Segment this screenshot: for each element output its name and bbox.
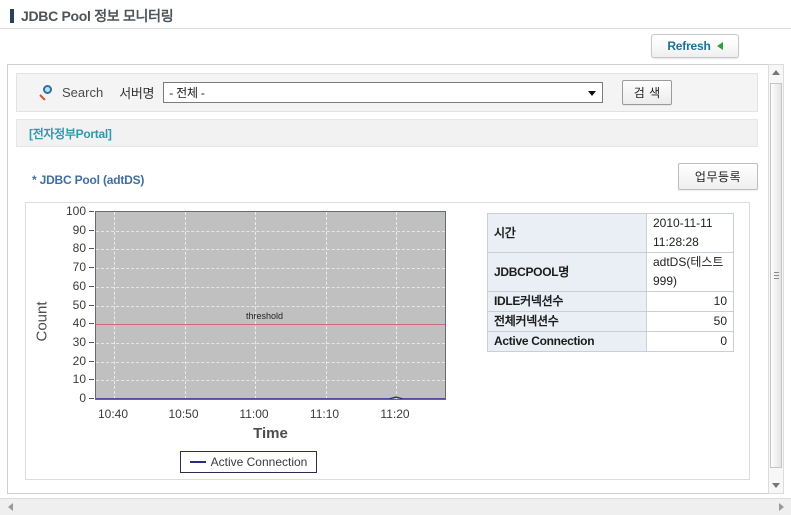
horizontal-scrollbar[interactable] xyxy=(0,498,791,515)
table-cell-key: Active Connection xyxy=(488,332,647,352)
vertical-scrollbar[interactable] xyxy=(768,64,784,494)
chevron-down-icon xyxy=(588,91,596,96)
pool-caption: * JDBC Pool (adtDS) xyxy=(32,173,144,187)
triangle-right-icon xyxy=(779,503,784,511)
server-name-label: 서버명 xyxy=(119,83,154,102)
refresh-button-label: Refresh xyxy=(667,39,710,53)
chart-y-tickmark xyxy=(89,305,94,306)
table-cell-value: 50 xyxy=(647,312,734,332)
chart-y-tickmark xyxy=(89,267,94,268)
chart-y-tickmark xyxy=(89,211,94,212)
chart-y-tickmark xyxy=(89,398,94,399)
table-row: JDBCPOOL명adtDS(테스트999) xyxy=(488,253,734,292)
chart-y-tick: 20 xyxy=(52,354,86,368)
search-submit-button[interactable]: 검 색 xyxy=(622,80,672,105)
chart-x-tick: 11:10 xyxy=(295,407,355,421)
table-cell-value: 10 xyxy=(647,292,734,312)
table-cell-key: IDLE커넥션수 xyxy=(488,292,647,312)
chart-y-tick: 80 xyxy=(52,241,86,255)
chart-y-tick: 0 xyxy=(52,391,86,405)
server-name-select-value: - 전체 - xyxy=(169,84,205,101)
server-name-select[interactable]: - 전체 - xyxy=(163,82,603,103)
chart-y-tick: 50 xyxy=(52,298,86,312)
table-cell-key: JDBCPOOL명 xyxy=(488,253,647,292)
jdbc-pool-chart: Count 0 10 20 30 40 50 60 70 80 90 100 threshold 1… xyxy=(26,203,471,479)
register-task-button[interactable]: 업무등록 xyxy=(678,163,758,190)
table-cell-value: 0 xyxy=(647,332,734,352)
scroll-up-button[interactable] xyxy=(769,65,783,80)
content-panel: Search 서버명 - 전체 - 검 색 [전자정부Portal] * JDB… xyxy=(7,64,783,494)
pool-info-table: 시간2010-11-11 11:28:28JDBCPOOL명adtDS(테스트9… xyxy=(487,213,734,352)
chart-x-tick: 10:40 xyxy=(83,407,143,421)
table-row: IDLE커넥션수10 xyxy=(488,292,734,312)
group-header-label: [전자정부Portal] xyxy=(29,125,112,142)
search-bar: Search 서버명 - 전체 - 검 색 xyxy=(16,73,758,112)
chart-y-tickmark xyxy=(89,342,94,343)
chart-y-tick: 90 xyxy=(52,223,86,237)
scroll-left-button[interactable] xyxy=(2,499,18,515)
legend-label-active-connection: Active Connection xyxy=(211,455,308,469)
chart-y-tick: 70 xyxy=(52,260,86,274)
table-cell-value: adtDS(테스트999) xyxy=(647,253,734,292)
chart-y-tickmark xyxy=(89,230,94,231)
play-triangle-icon xyxy=(717,42,723,50)
chart-x-tick: 11:20 xyxy=(365,407,425,421)
scroll-right-button[interactable] xyxy=(773,499,789,515)
chart-y-tick: 60 xyxy=(52,279,86,293)
legend-swatch-active-connection xyxy=(190,461,206,463)
chart-y-tickmark xyxy=(89,379,94,380)
chart-y-axis-title: Count xyxy=(34,292,51,352)
vertical-scrollbar-thumb[interactable] xyxy=(770,83,782,468)
triangle-left-icon xyxy=(8,503,13,511)
chart-series-active-connection xyxy=(96,212,445,399)
magnifier-icon xyxy=(39,85,55,101)
chart-y-tickmark xyxy=(89,286,94,287)
chart-y-tickmark xyxy=(89,361,94,362)
chart-and-table-container: Count 0102030405060708090100 threshold 1… xyxy=(25,202,750,480)
header-divider xyxy=(0,28,791,29)
chart-y-tick: 30 xyxy=(52,335,86,349)
triangle-up-icon xyxy=(772,70,780,75)
chart-y-tickmark xyxy=(89,323,94,324)
group-header: [전자정부Portal] xyxy=(16,119,758,147)
triangle-down-icon xyxy=(772,483,780,488)
scrollbar-grip-icon xyxy=(774,272,779,280)
chart-y-tick: 100 xyxy=(52,204,86,218)
chart-x-tick: 10:50 xyxy=(154,407,214,421)
chart-x-tick: 11:00 xyxy=(224,407,284,421)
chart-y-tick: 40 xyxy=(52,316,86,330)
table-row: 전체커넥션수50 xyxy=(488,312,734,332)
chart-y-tickmark xyxy=(89,248,94,249)
scroll-down-button[interactable] xyxy=(769,478,783,493)
search-label: Search xyxy=(62,85,103,100)
page-title: JDBC Pool 정보 모니터링 xyxy=(21,6,173,26)
chart-legend: Active Connection xyxy=(26,451,471,473)
table-cell-key: 시간 xyxy=(488,214,647,253)
page-header: JDBC Pool 정보 모니터링 xyxy=(0,6,791,28)
table-cell-key: 전체커넥션수 xyxy=(488,312,647,332)
chart-plot-area: threshold xyxy=(95,211,446,400)
table-row: Active Connection0 xyxy=(488,332,734,352)
chart-x-axis-title: Time xyxy=(95,425,446,442)
title-accent-bar xyxy=(10,9,14,23)
table-row: 시간2010-11-11 11:28:28 xyxy=(488,214,734,253)
chart-y-tick: 10 xyxy=(52,372,86,386)
table-cell-value: 2010-11-11 11:28:28 xyxy=(647,214,734,253)
refresh-button[interactable]: Refresh xyxy=(651,34,739,58)
